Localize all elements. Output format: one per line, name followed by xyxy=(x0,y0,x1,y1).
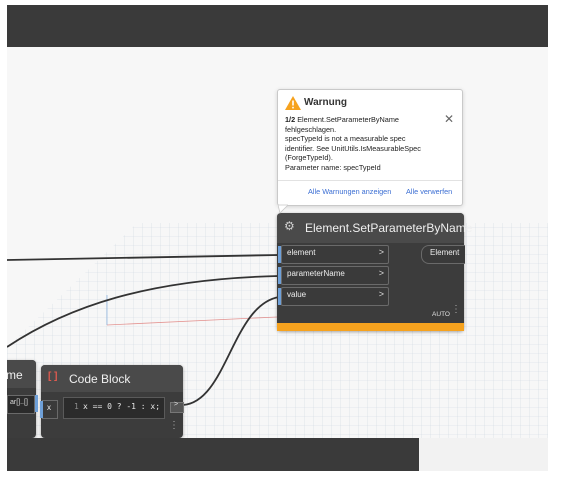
lacing-label[interactable]: AUTO xyxy=(432,311,450,318)
more-options-icon[interactable]: ⋮ xyxy=(451,305,461,315)
port-label: value xyxy=(287,290,307,299)
input-port-x[interactable]: x xyxy=(40,400,58,419)
port-indicator xyxy=(278,267,281,284)
message-line: Parameter name: specTypeId xyxy=(285,162,381,172)
node-title: Code Block xyxy=(69,372,131,386)
code-block-icon: [ ] xyxy=(48,371,58,382)
input-port-element[interactable]: element > xyxy=(278,245,389,264)
warning-counter: 1/2 xyxy=(285,115,296,124)
chevron-right-icon: > xyxy=(378,289,384,299)
bottom-panel-gap xyxy=(419,438,548,471)
set-parameter-by-name-node[interactable]: ⚙ Element.SetParameterByName element > p… xyxy=(277,213,472,331)
warning-state-bar xyxy=(277,323,464,331)
node-header[interactable]: ⚙ Element.SetParameterByName xyxy=(277,213,472,243)
port-label: element xyxy=(287,248,316,257)
node-header[interactable]: me xyxy=(7,360,36,388)
dismiss-all-link[interactable]: Alle verwerfen xyxy=(406,187,452,196)
graph-canvas[interactable]: ⚙ Element.SetParameterByName element > p… xyxy=(7,47,548,438)
port-label: x xyxy=(47,403,51,412)
gear-icon: ⚙ xyxy=(284,219,295,233)
warning-icon xyxy=(285,96,301,110)
message-line: specTypeId is not a measurable spec xyxy=(285,134,406,144)
message-line: (ForgeTypeId). xyxy=(285,153,333,163)
node-title: me xyxy=(7,368,23,382)
popup-pointer xyxy=(278,204,288,214)
code-block-node[interactable]: [ ] Code Block x 1 x == 0 ? -1 : x; > ⋮ xyxy=(40,365,184,438)
input-port-value[interactable]: value > xyxy=(278,287,389,306)
message-line: Element.SetParameterByName xyxy=(297,115,399,124)
message-line: fehlgeschlagen. xyxy=(285,124,337,134)
output-port[interactable]: > xyxy=(170,401,184,413)
port-label: Element xyxy=(430,248,460,257)
code-editor[interactable]: 1 x == 0 ? -1 : x; xyxy=(63,397,165,419)
port-indicator xyxy=(278,288,281,305)
port-indicator xyxy=(278,246,281,263)
node-header[interactable]: [ ] Code Block xyxy=(41,365,183,392)
line-number: 1 xyxy=(74,402,79,411)
chevron-right-icon: > xyxy=(378,247,384,257)
dynamo-window: ⚙ Element.SetParameterByName element > p… xyxy=(7,5,548,471)
more-options-icon[interactable]: ⋮ xyxy=(169,421,179,431)
output-port-element[interactable]: Element xyxy=(421,245,465,264)
warning-popup: Warnung ✕ 1/2 Element.SetParameterByName… xyxy=(277,89,463,206)
warning-message: 1/2 Element.SetParameterByName fehlgesch… xyxy=(285,115,450,173)
top-toolbar xyxy=(7,5,548,47)
chevron-right-icon: > xyxy=(174,401,179,408)
port-label: ar[]..[] xyxy=(10,399,28,406)
divider xyxy=(278,180,462,181)
message-line: identifier. See UnitUtils.IsMeasurableSp… xyxy=(285,143,421,153)
partial-left-node[interactable]: me ar[]..[] xyxy=(7,360,38,438)
port-indicator xyxy=(40,401,43,418)
node-title: Element.SetParameterByName xyxy=(305,221,473,235)
chevron-right-icon: > xyxy=(378,268,384,278)
port-label: parameterName xyxy=(287,269,345,278)
show-all-warnings-link[interactable]: Alle Warnungen anzeigen xyxy=(308,187,391,196)
bottom-bar xyxy=(7,438,548,471)
code-text: x == 0 ? -1 : x; xyxy=(83,402,161,411)
input-port-parameter-name[interactable]: parameterName > xyxy=(278,266,389,285)
warning-title: Warnung xyxy=(304,97,347,108)
port-indicator xyxy=(35,395,38,412)
node-port[interactable]: ar[]..[] xyxy=(7,395,35,414)
